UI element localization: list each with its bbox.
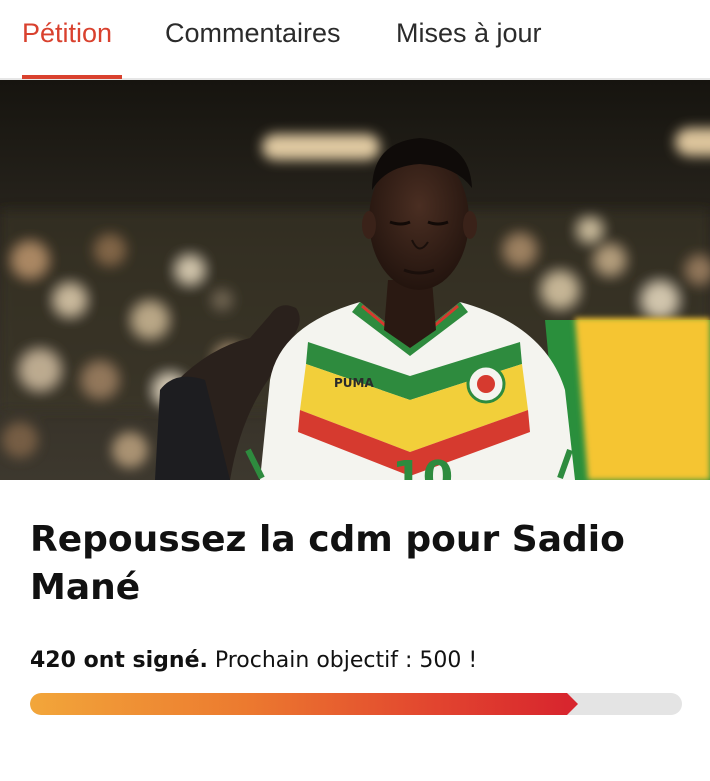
jersey-number-text: 10 bbox=[392, 452, 453, 480]
tab-petition[interactable]: Pétition bbox=[22, 0, 122, 78]
signature-progress-bar bbox=[30, 693, 682, 715]
petition-title: Repoussez la cdm pour Sadio Mané bbox=[30, 519, 625, 608]
signature-progress-fill bbox=[30, 693, 578, 715]
petition-hero-image: PUMA 10 bbox=[0, 80, 710, 480]
signature-summary: 420 ont signé. Prochain objectif : 500 ! bbox=[30, 645, 690, 677]
jersey-brand-text: PUMA bbox=[334, 376, 374, 390]
tab-bar: Pétition Commentaires Mises à jour bbox=[0, 0, 710, 80]
signed-count: 420 ont signé. bbox=[30, 648, 208, 673]
active-tab-indicator bbox=[22, 75, 122, 79]
next-goal-text: Prochain objectif : 500 ! bbox=[207, 648, 478, 673]
tab-comments[interactable]: Commentaires bbox=[165, 0, 341, 78]
tab-updates[interactable]: Mises à jour bbox=[396, 0, 542, 78]
